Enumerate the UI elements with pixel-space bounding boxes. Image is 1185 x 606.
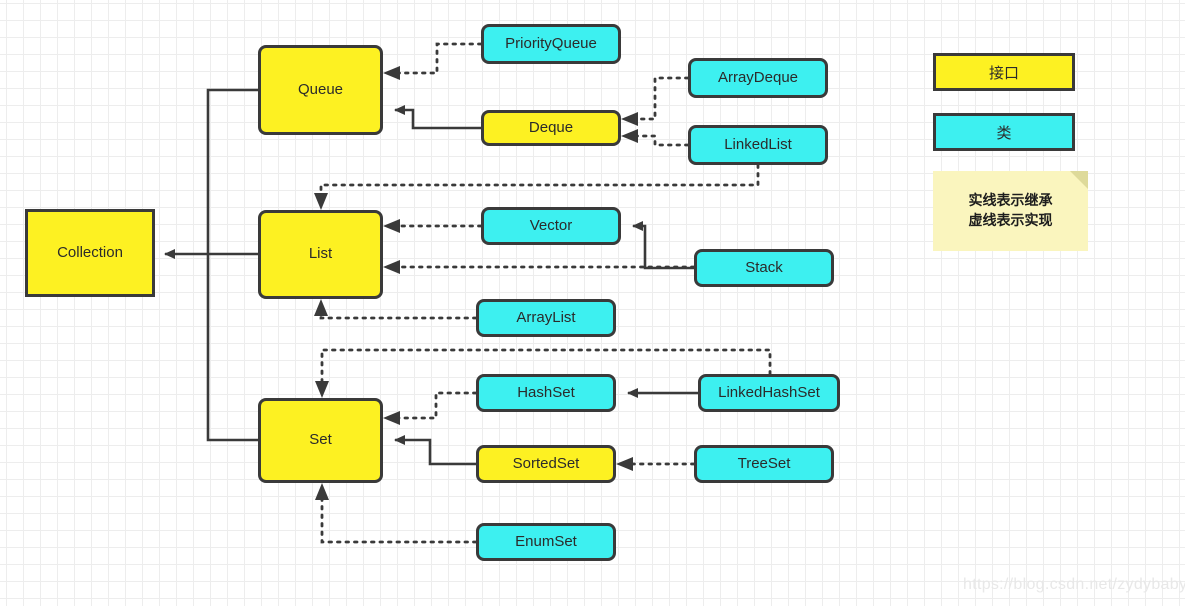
legend-class-label: 类 [996,123,1012,142]
arrowhead-arraydeque-deque [621,112,638,126]
node-label: EnumSet [515,532,577,550]
node-label: List [308,245,333,263]
edge-sortedset-set [394,435,476,466]
arrowhead-stack-list [383,260,400,274]
note-line-1: 实线表示继承 [968,192,1053,209]
node-enumset[interactable]: EnumSet [476,523,616,561]
node-list[interactable]: List [258,210,383,299]
edge-linkedlist-list [319,163,760,202]
note-line-2: 虚线表示实现 [968,213,1053,229]
node-label: HashSet [517,383,575,401]
legend-class-swatch: 类 [933,113,1075,151]
node-label: ArrayDeque [717,68,799,86]
node-label: Vector [529,216,573,234]
diagram-canvas: Collection Queue List Set Deque SortedSe… [0,0,1185,606]
node-vector[interactable]: Vector [481,207,621,245]
edge-stack-vector [632,221,694,270]
node-label: Collection [57,243,123,261]
edge-queue-collection [206,88,258,254]
node-label: LinkedHashSet [718,383,820,401]
node-arraydeque[interactable]: ArrayDeque [688,58,828,98]
arrowhead-vector-list [383,219,400,233]
note-fold-corner [1070,171,1088,189]
legend-note: 实线表示继承 虚线表示实现 [933,171,1088,251]
node-linkedhashset[interactable]: LinkedHashSet [698,374,840,412]
arrowhead-arraylist-list [314,299,328,316]
arrowhead-enumset-set [315,483,329,500]
node-label: PriorityQueue [505,34,597,52]
node-collection[interactable]: Collection [25,209,155,297]
watermark-text: https://blog.csdn.net/zydybaby [963,576,1185,593]
arrowhead-linkedlist-list [314,193,328,210]
node-label: LinkedList [724,135,792,153]
node-label: Deque [528,118,574,136]
edge-set-collection [206,254,258,442]
node-label: Set [309,431,332,449]
node-set[interactable]: Set [258,398,383,483]
legend-interface-label: 接口 [988,63,1019,82]
edge-arraylist-list [319,308,478,320]
node-label: SortedSet [512,454,580,472]
node-stack[interactable]: Stack [694,249,834,287]
node-deque[interactable]: Deque [481,110,621,146]
node-linkedlist[interactable]: LinkedList [688,125,828,165]
node-sortedset[interactable]: SortedSet [476,445,616,483]
node-label: TreeSet [737,454,791,472]
arrowhead-linkedhashset-set [315,381,329,398]
edge-deque-queue [394,105,481,130]
node-priorityqueue[interactable]: PriorityQueue [481,24,621,64]
edge-priorityqueue-queue [396,42,483,75]
arrowhead-treeset-sortedset [616,457,633,471]
node-label: ArrayList [516,308,576,326]
arrowhead-priorityqueue-queue [383,66,400,80]
edge-enumset-set [320,492,478,544]
arrowhead-linkedlist-deque [621,129,638,143]
node-label: Stack [745,258,783,276]
node-hashset[interactable]: HashSet [476,374,616,412]
watermark: https://blog.csdn.net/zydybaby [963,576,1185,594]
node-label: Queue [297,80,344,98]
arrowhead-hashset-set [383,411,400,425]
edge-linkedlist-deque [634,134,690,147]
node-queue[interactable]: Queue [258,45,383,135]
node-treeset[interactable]: TreeSet [694,445,834,483]
edge-arraydeque-deque [634,76,690,121]
edge-hashset-set [396,391,478,420]
node-arraylist[interactable]: ArrayList [476,299,616,337]
legend-interface-swatch: 接口 [933,53,1075,91]
